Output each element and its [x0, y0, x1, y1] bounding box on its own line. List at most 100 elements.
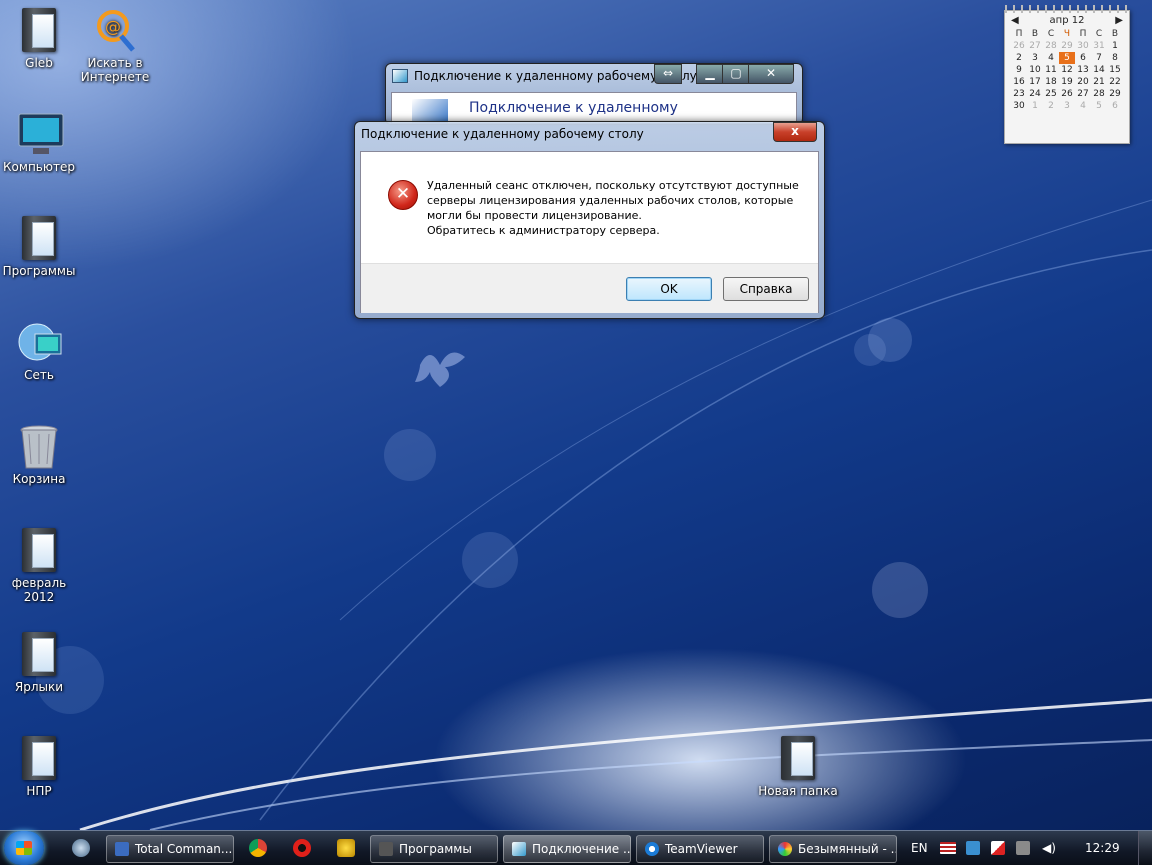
rdp-window-body: Подключение к удаленному — [391, 92, 797, 124]
calendar-day[interactable]: 29 — [1059, 40, 1075, 52]
calendar-day[interactable]: 6 — [1107, 100, 1123, 112]
desktop-icon-gleb[interactable]: Gleb — [0, 8, 78, 70]
taskbar-item-rdp[interactable]: Подключение ... — [503, 835, 631, 863]
calendar-day[interactable]: 13 — [1075, 64, 1091, 76]
desktop-icon-search-internet[interactable]: @ Искать в Интернете — [76, 8, 154, 84]
calendar-day[interactable]: 3 — [1027, 52, 1043, 64]
desktop-icon-label: февраль 2012 — [11, 576, 67, 604]
calendar-day[interactable]: 5 — [1091, 100, 1107, 112]
calendar-day[interactable]: 30 — [1011, 100, 1027, 112]
desktop-icon-feb-2012[interactable]: февраль 2012 — [0, 528, 78, 604]
desktop-icon-computer[interactable]: Компьютер — [0, 112, 78, 174]
calendar-day[interactable]: 11 — [1043, 64, 1059, 76]
network-status-icon[interactable] — [1016, 841, 1030, 855]
folder-icon — [776, 736, 820, 780]
desktop-icon-shortcuts[interactable]: Ярлыки — [0, 632, 78, 694]
calendar-day[interactable]: 3 — [1059, 100, 1075, 112]
close-button[interactable]: ✕ — [748, 64, 794, 84]
error-message-line: могли бы провести лицензирование. — [427, 209, 642, 222]
calendar-day[interactable]: 23 — [1011, 88, 1027, 100]
error-message-line: Обратитесь к администратору сервера. — [427, 224, 660, 237]
calendar-day[interactable]: 25 — [1043, 88, 1059, 100]
calendar-day[interactable]: 31 — [1091, 40, 1107, 52]
help-button[interactable]: Справка — [723, 277, 809, 301]
user-folder-icon — [17, 8, 61, 52]
calendar-day[interactable]: 20 — [1075, 76, 1091, 88]
volume-icon[interactable]: ◀) — [1042, 841, 1056, 855]
folder-icon — [379, 842, 393, 856]
desktop-icon-recycle-bin[interactable]: Корзина — [0, 424, 78, 486]
taskbar-item-label: Total Comman... — [135, 842, 233, 856]
calendar-day[interactable]: 5 — [1059, 52, 1075, 64]
calendar-day[interactable]: 27 — [1027, 40, 1043, 52]
opera-icon[interactable] — [293, 839, 311, 857]
calendar-day[interactable]: 2 — [1043, 100, 1059, 112]
network-tray-icon[interactable] — [966, 841, 980, 855]
calendar-month-label: апр 12 — [1049, 15, 1085, 26]
calendar-day[interactable]: 29 — [1107, 88, 1123, 100]
calendar-day[interactable]: 19 — [1059, 76, 1075, 88]
calendar-day[interactable]: 28 — [1043, 40, 1059, 52]
error-message-line: Удаленный сеанс отключен, поскольку отсу… — [427, 179, 799, 192]
chrome-icon[interactable] — [249, 839, 267, 857]
calendar-prev-arrow-icon[interactable]: ◀ — [1011, 15, 1019, 26]
calendar-day[interactable]: 22 — [1107, 76, 1123, 88]
calendar-day[interactable]: 6 — [1075, 52, 1091, 64]
media-player-icon[interactable] — [72, 839, 90, 857]
calendar-day[interactable]: 14 — [1091, 64, 1107, 76]
calendar-day[interactable]: 26 — [1059, 88, 1075, 100]
error-message: Удаленный сеанс отключен, поскольку отсу… — [427, 178, 807, 238]
calendar-day[interactable]: 8 — [1107, 52, 1123, 64]
calendar-day[interactable]: 1 — [1027, 100, 1043, 112]
taskbar-item-programs[interactable]: Программы — [370, 835, 498, 863]
calendar-day[interactable]: 10 — [1027, 64, 1043, 76]
error-dialog-titlebar[interactable]: Подключение к удаленному рабочему столу — [355, 122, 824, 146]
calendar-day[interactable]: 28 — [1091, 88, 1107, 100]
calendar-day[interactable]: 2 — [1011, 52, 1027, 64]
desktop-icon-label: Ярлыки — [14, 680, 64, 694]
error-dialog[interactable]: Подключение к удаленному рабочему столу … — [354, 121, 825, 319]
calendar-day[interactable]: 4 — [1075, 100, 1091, 112]
calendar-day[interactable]: 17 — [1027, 76, 1043, 88]
calendar-day[interactable]: 1 — [1107, 40, 1123, 52]
action-center-flag-icon[interactable] — [991, 841, 1005, 855]
us-flag-icon[interactable] — [940, 842, 956, 854]
desktop-icon-label: Компьютер — [3, 160, 75, 174]
desktop-icon-programs[interactable]: Программы — [0, 216, 78, 278]
maximize-button[interactable]: ▢ — [722, 64, 750, 84]
rdp-app-icon — [392, 69, 408, 83]
taskbar-item-paint[interactable]: Безымянный - ... — [769, 835, 897, 863]
desktop-icon-network[interactable]: Сеть — [0, 320, 78, 382]
rdp-resize-button[interactable]: ⇔ — [654, 64, 682, 84]
calendar-day[interactable]: 21 — [1091, 76, 1107, 88]
minimize-button[interactable]: ▁ — [696, 64, 724, 84]
desktop-icon-npr[interactable]: НПР — [0, 736, 78, 798]
calendar-day[interactable]: 15 — [1107, 64, 1123, 76]
show-desktop-button[interactable] — [1138, 831, 1152, 865]
calendar-day[interactable]: 7 — [1091, 52, 1107, 64]
calendar-day[interactable]: 9 — [1011, 64, 1027, 76]
taskbar-item-total-commander[interactable]: Total Comman... — [106, 835, 234, 863]
desktop-icon-new-folder[interactable]: Новая папка — [758, 736, 838, 798]
clock[interactable]: 12:29 — [1085, 841, 1120, 855]
rdp-heading: Подключение к удаленному — [469, 100, 678, 116]
calendar-day[interactable]: 30 — [1075, 40, 1091, 52]
calendar-day[interactable]: 18 — [1043, 76, 1059, 88]
calendar-day[interactable]: 16 — [1011, 76, 1027, 88]
calendar-day[interactable]: 24 — [1027, 88, 1043, 100]
folder-icon — [17, 632, 61, 676]
folder-icon — [17, 736, 61, 780]
calendar-day[interactable]: 12 — [1059, 64, 1075, 76]
calendar-day[interactable]: 27 — [1075, 88, 1091, 100]
rdp-window[interactable]: Подключение к удаленному рабочему столу … — [385, 63, 803, 125]
lightning-app-icon[interactable] — [337, 839, 355, 857]
close-button[interactable]: x — [773, 122, 817, 142]
calendar-day[interactable]: 4 — [1043, 52, 1059, 64]
taskbar-item-teamviewer[interactable]: TeamViewer — [636, 835, 764, 863]
calendar-day[interactable]: 26 — [1011, 40, 1027, 52]
language-indicator[interactable]: EN — [911, 841, 928, 855]
calendar-gadget[interactable]: ◀ апр 12 ▶ ПВСЧПСВ 26 27 28 29 30 31 1 2 3 4 5 6 7 8 9… — [1004, 5, 1130, 144]
calendar-next-arrow-icon[interactable]: ▶ — [1115, 15, 1123, 26]
start-button[interactable] — [4, 831, 44, 865]
ok-button[interactable]: OK — [626, 277, 712, 301]
